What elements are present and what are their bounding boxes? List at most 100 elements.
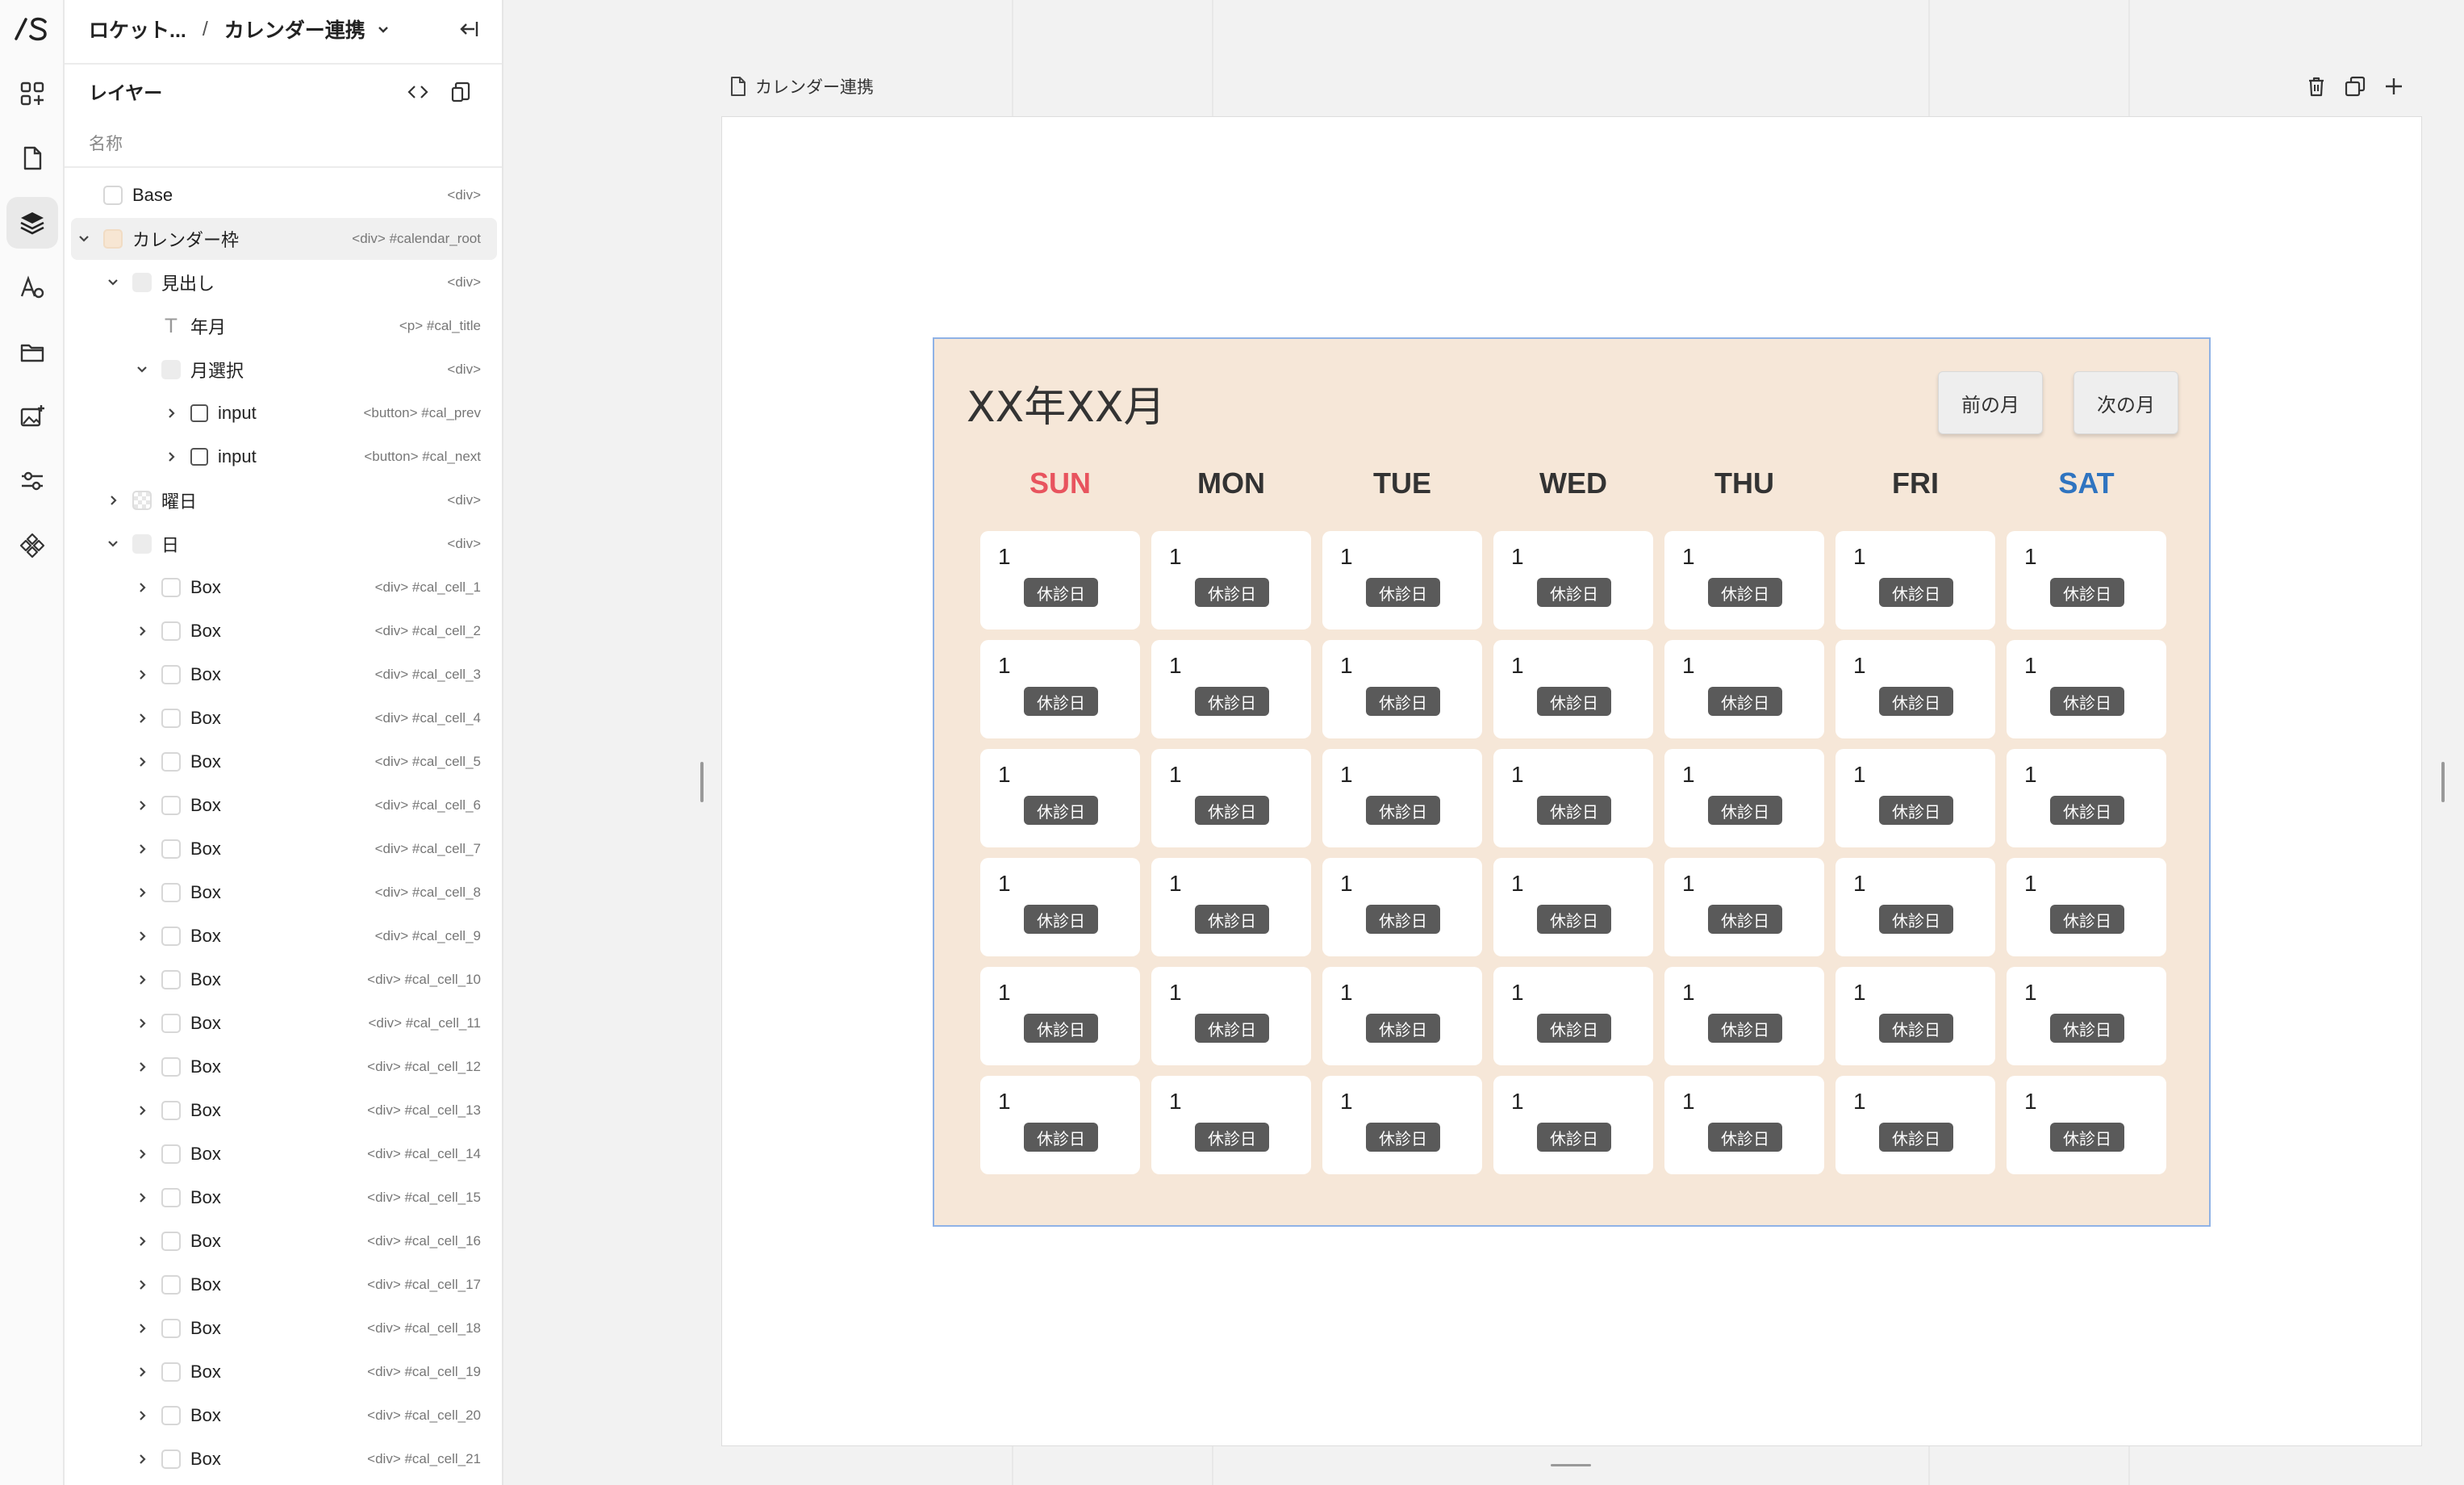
- chevron-right-icon[interactable]: [134, 1277, 150, 1293]
- layer-row[interactable]: Box <div> #cal_cell_19: [71, 1351, 497, 1393]
- copy-layer-icon[interactable]: [449, 79, 474, 105]
- chevron-right-icon[interactable]: [134, 797, 150, 814]
- day-cell[interactable]: 1 休診日: [1835, 749, 1995, 847]
- collapse-panel-icon[interactable]: [455, 16, 481, 42]
- day-cell[interactable]: 1 休診日: [2007, 640, 2166, 738]
- chevron-right-icon[interactable]: [134, 1146, 150, 1162]
- layer-row[interactable]: input <button> #cal_prev: [71, 392, 497, 434]
- duplicate-icon[interactable]: [2343, 74, 2367, 98]
- layer-row[interactable]: Box <div> #cal_cell_12: [71, 1046, 497, 1088]
- layer-row[interactable]: カレンダー枠 <div> #calendar_root: [71, 218, 497, 260]
- rail-plugins[interactable]: [6, 520, 58, 571]
- artboard-label[interactable]: カレンダー連携: [729, 74, 874, 98]
- chevron-right-icon[interactable]: [134, 710, 150, 726]
- day-cell[interactable]: 1 休診日: [980, 967, 1140, 1065]
- rail-files[interactable]: [6, 326, 58, 378]
- day-cell[interactable]: 1 休診日: [980, 640, 1140, 738]
- add-icon[interactable]: [2382, 74, 2406, 98]
- layer-row[interactable]: Box <div> #cal_cell_7: [71, 828, 497, 870]
- day-cell[interactable]: 1 休診日: [1151, 640, 1311, 738]
- resize-handle-right[interactable]: [2441, 762, 2445, 802]
- day-cell[interactable]: 1 休診日: [2007, 858, 2166, 956]
- chevron-right-icon[interactable]: [134, 1408, 150, 1424]
- breadcrumb-page[interactable]: カレンダー連携: [224, 15, 365, 44]
- chevron-right-icon[interactable]: [134, 754, 150, 770]
- day-cell[interactable]: 1 休診日: [1664, 749, 1824, 847]
- chevron-right-icon[interactable]: [134, 1190, 150, 1206]
- layer-row[interactable]: Box <div> #cal_cell_2: [71, 610, 497, 652]
- day-cell[interactable]: 1 休診日: [1322, 858, 1482, 956]
- day-cell[interactable]: 1 休診日: [1322, 749, 1482, 847]
- rail-pages[interactable]: [6, 132, 58, 184]
- layer-row[interactable]: Box <div> #cal_cell_13: [71, 1090, 497, 1132]
- layer-row[interactable]: Box <div> #cal_cell_5: [71, 741, 497, 783]
- chevron-right-icon[interactable]: [134, 1364, 150, 1380]
- chevron-down-icon[interactable]: [134, 362, 150, 378]
- chevron-right-icon[interactable]: [134, 928, 150, 944]
- resize-handle-bottom[interactable]: [1551, 1464, 1591, 1466]
- day-cell[interactable]: 1 休診日: [1835, 531, 1995, 630]
- layer-row[interactable]: Box <div> #cal_cell_20: [71, 1395, 497, 1437]
- day-cell[interactable]: 1 休診日: [1151, 858, 1311, 956]
- day-cell[interactable]: 1 休診日: [1664, 1076, 1824, 1174]
- day-cell[interactable]: 1 休診日: [980, 1076, 1140, 1174]
- chevron-right-icon[interactable]: [134, 885, 150, 901]
- day-cell[interactable]: 1 休診日: [1151, 967, 1311, 1065]
- day-cell[interactable]: 1 休診日: [2007, 531, 2166, 630]
- chevron-right-icon[interactable]: [134, 667, 150, 683]
- layer-row[interactable]: Box <div> #cal_cell_9: [71, 915, 497, 957]
- chevron-down-icon[interactable]: [105, 536, 121, 552]
- layer-row[interactable]: Box <div> #cal_cell_18: [71, 1307, 497, 1349]
- layer-row[interactable]: 月選択 <div>: [71, 349, 497, 391]
- layer-row[interactable]: T 年月 <p> #cal_title: [71, 305, 497, 347]
- layer-row[interactable]: Box <div> #cal_cell_4: [71, 697, 497, 739]
- calendar-root[interactable]: XX年XX月 前の月 次の月 SUN MON TUE WED THU FRI SAT 1 休診…: [933, 337, 2211, 1227]
- chevron-right-icon[interactable]: [134, 972, 150, 988]
- day-cell[interactable]: 1 休診日: [1322, 967, 1482, 1065]
- chevron-right-icon[interactable]: [134, 841, 150, 857]
- chevron-down-icon[interactable]: [76, 231, 92, 247]
- day-cell[interactable]: 1 休診日: [1664, 640, 1824, 738]
- code-toggle-icon[interactable]: [405, 79, 431, 105]
- day-cell[interactable]: 1 休診日: [1493, 1076, 1653, 1174]
- layer-row[interactable]: input <button> #cal_next: [71, 436, 497, 478]
- layer-row[interactable]: Box <div> #cal_cell_15: [71, 1177, 497, 1219]
- layer-row[interactable]: Box <div> #cal_cell_10: [71, 959, 497, 1001]
- day-cell[interactable]: 1 休診日: [1835, 967, 1995, 1065]
- day-cell[interactable]: 1 休診日: [1151, 531, 1311, 630]
- day-cell[interactable]: 1 休診日: [1322, 1076, 1482, 1174]
- day-cell[interactable]: 1 休診日: [1493, 858, 1653, 956]
- layer-row[interactable]: 見出し <div>: [71, 261, 497, 303]
- day-cell[interactable]: 1 休診日: [980, 749, 1140, 847]
- day-cell[interactable]: 1 休診日: [1322, 640, 1482, 738]
- day-cell[interactable]: 1 休診日: [1151, 749, 1311, 847]
- layer-row[interactable]: 曜日 <div>: [71, 479, 497, 521]
- resize-handle-left[interactable]: [700, 762, 704, 802]
- prev-month-button[interactable]: 前の月: [1938, 371, 2043, 434]
- chevron-right-icon[interactable]: [163, 449, 179, 465]
- day-cell[interactable]: 1 休診日: [1664, 531, 1824, 630]
- day-cell[interactable]: 1 休診日: [1493, 967, 1653, 1065]
- layer-row[interactable]: Box <div> #cal_cell_11: [71, 1002, 497, 1044]
- day-cell[interactable]: 1 休診日: [1493, 749, 1653, 847]
- rail-layers[interactable]: [6, 197, 58, 249]
- chevron-down-icon[interactable]: [105, 274, 121, 291]
- day-cell[interactable]: 1 休診日: [1835, 858, 1995, 956]
- layer-row[interactable]: 日 <div>: [71, 523, 497, 565]
- layer-row[interactable]: Box <div> #cal_cell_6: [71, 784, 497, 826]
- layer-row[interactable]: Box <div> #cal_cell_14: [71, 1133, 497, 1175]
- chevron-down-icon[interactable]: [375, 21, 391, 37]
- app-logo-icon[interactable]: [13, 15, 52, 44]
- day-cell[interactable]: 1 休診日: [2007, 749, 2166, 847]
- day-cell[interactable]: 1 休診日: [980, 531, 1140, 630]
- chevron-right-icon[interactable]: [134, 579, 150, 596]
- day-cell[interactable]: 1 休診日: [1493, 640, 1653, 738]
- trash-icon[interactable]: [2304, 74, 2328, 98]
- day-cell[interactable]: 1 休診日: [1322, 531, 1482, 630]
- layer-row[interactable]: Box <div> #cal_cell_21: [71, 1438, 497, 1480]
- layer-row[interactable]: Base <div>: [71, 174, 497, 216]
- day-cell[interactable]: 1 休診日: [2007, 967, 2166, 1065]
- day-cell[interactable]: 1 休診日: [1835, 640, 1995, 738]
- rail-images[interactable]: [6, 391, 58, 442]
- chevron-right-icon[interactable]: [134, 1233, 150, 1249]
